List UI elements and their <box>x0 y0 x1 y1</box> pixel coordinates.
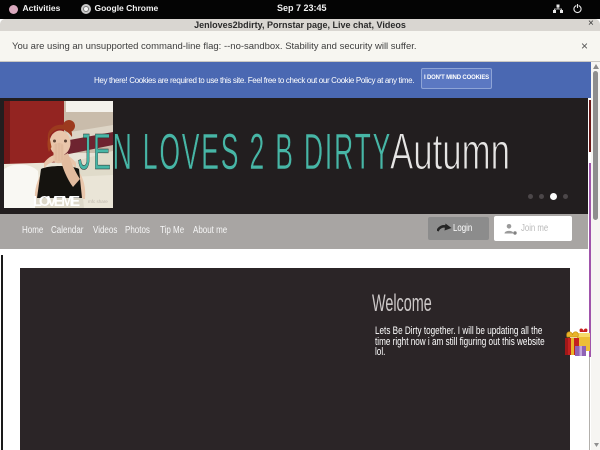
svg-text:LOVE ME: LOVE ME <box>33 194 80 208</box>
svg-text:mfc share: mfc share <box>88 199 108 204</box>
